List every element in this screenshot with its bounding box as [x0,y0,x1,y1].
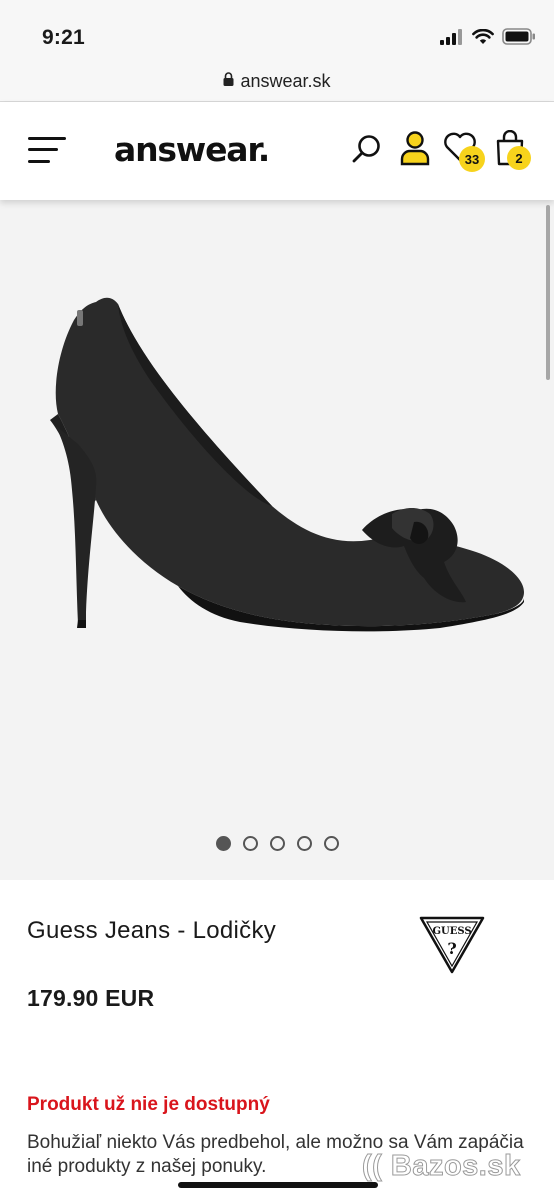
lock-icon [223,72,234,91]
guess-brand-logo[interactable]: GUESS ? [419,916,485,979]
url-text[interactable]: answear.sk [240,71,330,92]
watermark-text: Bazos.sk [390,1150,521,1183]
availability-status: Produkt už nie je dostupný [27,1094,270,1115]
battery-icon [502,28,536,50]
cart-count-badge: 2 [507,146,531,170]
gallery-dot-2[interactable] [242,836,258,851]
status-icons [440,28,536,50]
product-price: 179.90 EUR [27,985,155,1011]
svg-text:?: ? [447,939,456,958]
status-bar: 9:21 [0,0,554,62]
hamburger-menu-icon[interactable] [28,136,66,166]
address-bar[interactable]: answear.sk [0,62,554,102]
home-indicator[interactable] [178,1182,378,1188]
wifi-icon [472,28,494,50]
gallery-dot-1[interactable] [215,836,231,851]
gallery-dot-4[interactable] [296,836,312,851]
product-image [50,297,524,632]
site-header: answear. 33 2 [0,102,554,200]
gallery-pagination [0,836,554,851]
search-icon[interactable] [352,134,382,169]
page-scrollbar[interactable] [546,205,550,380]
gallery-dot-5[interactable] [323,836,339,851]
watermark: (( Bazos.sk [362,1150,521,1183]
product-title: Guess Jeans - Lodičky [27,917,277,944]
brand-logo-text: GUESS [432,926,471,937]
user-icon[interactable] [400,130,430,171]
signal-icon [440,28,464,50]
watermark-mark-icon: (( [362,1150,391,1183]
wishlist-count-badge: 33 [459,146,485,172]
product-image-gallery[interactable] [0,200,554,880]
status-time: 9:21 [42,26,85,49]
site-logo[interactable]: answear. [114,130,270,169]
gallery-dot-3[interactable] [269,836,285,851]
